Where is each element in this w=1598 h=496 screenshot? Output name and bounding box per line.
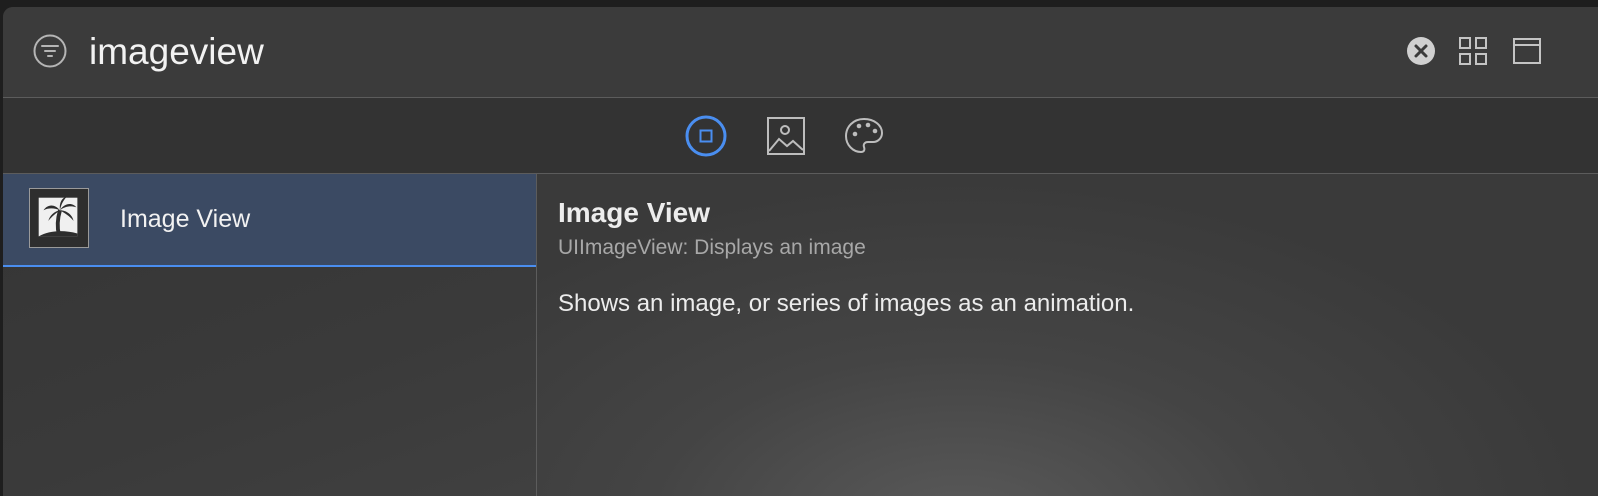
palm-tree-image-icon [38,196,78,237]
filter-icon[interactable] [33,34,67,68]
tab-objects[interactable] [685,115,727,157]
library-panel: Image View Image View UIImageView: Displ… [3,7,1598,496]
detail-description: Shows an image, or series of images as a… [558,290,1135,317]
tab-media[interactable] [765,115,807,157]
library-tab-strip [3,98,1598,174]
list-item[interactable]: Image View [3,174,536,267]
detail-pane: Image View UIImageView: Displays an imag… [537,174,1598,496]
grid-view-icon[interactable] [1458,36,1488,66]
tab-colors[interactable] [843,115,885,157]
item-thumbnail [29,188,89,248]
search-input[interactable] [89,27,1369,77]
search-bar [3,7,1598,98]
clear-icon[interactable] [1406,36,1436,66]
window-icon[interactable] [1512,36,1542,66]
list-item-label: Image View [120,205,251,233]
detail-title: Image View [558,197,711,228]
results-list: Image View [3,174,537,496]
detail-subtitle: UIImageView: Displays an image [558,236,866,259]
